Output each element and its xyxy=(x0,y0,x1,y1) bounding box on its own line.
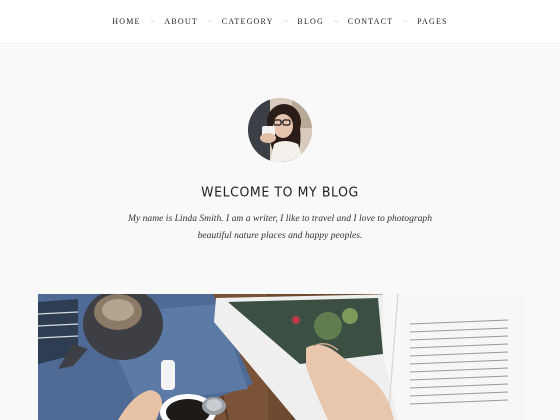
avatar-image xyxy=(248,98,312,162)
nav-separator: ~ xyxy=(403,17,408,26)
top-navigation: HOME ~ ABOUT ~ CATEGORY ~ BLOG ~ CONTACT… xyxy=(0,0,560,44)
nav-item-blog[interactable]: BLOG xyxy=(297,17,324,26)
featured-image[interactable] xyxy=(38,294,523,420)
nav-item-category[interactable]: CATEGORY xyxy=(222,17,274,26)
nav-item-contact[interactable]: CONTACT xyxy=(348,17,394,26)
intro-text: My name is Linda Smith. I am a writer, I… xyxy=(127,213,433,241)
nav-item-about[interactable]: ABOUT xyxy=(164,17,198,26)
nav-menu: HOME ~ ABOUT ~ CATEGORY ~ BLOG ~ CONTACT… xyxy=(112,17,447,26)
featured-photo xyxy=(38,294,523,420)
nav-separator: ~ xyxy=(150,17,155,26)
avatar xyxy=(248,98,312,162)
nav-separator: ~ xyxy=(207,17,212,26)
nav-item-home[interactable]: HOME xyxy=(112,17,140,26)
nav-separator: ~ xyxy=(333,17,338,26)
nav-separator: ~ xyxy=(283,17,288,26)
page-title: WELCOME TO MY BLOG xyxy=(201,183,359,200)
nav-item-pages[interactable]: PAGES xyxy=(417,17,448,26)
